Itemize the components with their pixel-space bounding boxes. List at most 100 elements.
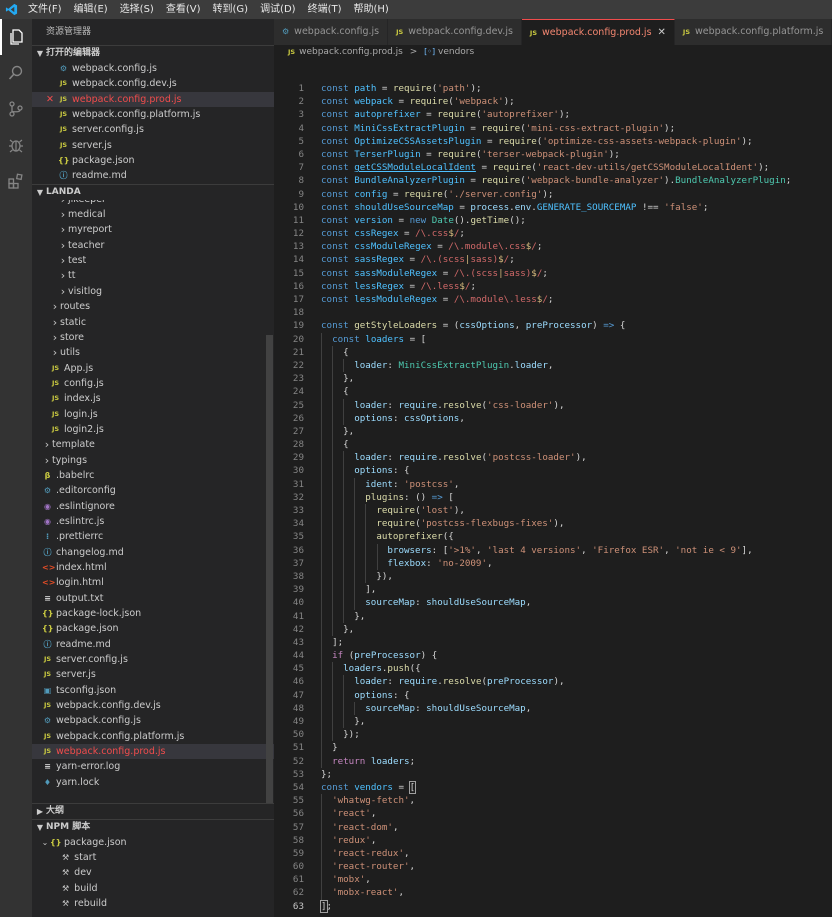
folder-item[interactable]: › typings [32, 453, 274, 468]
file-item[interactable]: ⓘ readme.md [32, 637, 274, 652]
line-number: 36 [292, 544, 304, 556]
file-item[interactable]: <> login.html [32, 575, 274, 590]
code-token: loader [354, 452, 388, 464]
menu-item[interactable]: 终端(T) [302, 0, 348, 19]
tab-active[interactable]: JS webpack.config.prod.js ✕ [521, 19, 675, 45]
npm-script-item[interactable]: ⚒ build [32, 881, 274, 896]
search-icon[interactable] [0, 55, 32, 91]
file-item[interactable]: β .babelrc [32, 468, 274, 483]
folder-item[interactable]: › utils [32, 345, 274, 360]
menu-item[interactable]: 选择(S) [114, 0, 160, 19]
file-item[interactable]: ♦ yarn.lock [32, 775, 274, 790]
json-file-icon: {} [42, 624, 54, 634]
npm-script-label: start [74, 852, 97, 864]
folder-item[interactable]: › visitlog [32, 284, 274, 299]
tab[interactable]: JS webpack.config.dev.js [388, 19, 522, 45]
menu-item[interactable]: 帮助(H) [348, 0, 395, 19]
folder-item[interactable]: › tt [32, 268, 274, 283]
code-token: require [437, 109, 476, 121]
file-item[interactable]: {} package-lock.json [32, 606, 274, 621]
folder-item[interactable]: › store [32, 330, 274, 345]
folder-item[interactable]: › static [32, 315, 274, 330]
code-token: resolve [442, 676, 482, 688]
file-item[interactable]: <> index.html [32, 560, 274, 575]
file-item[interactable]: JS webpack.config.dev.js [32, 698, 274, 713]
file-item[interactable]: ⓘ changelog.md [32, 545, 274, 560]
menu-item[interactable]: 编辑(E) [68, 0, 114, 19]
menu-item[interactable]: 查看(V) [160, 0, 207, 19]
code-line: 53}; [274, 768, 832, 781]
folder-item[interactable]: ›jikeeper [32, 200, 274, 207]
folder-item[interactable]: › template [32, 437, 274, 452]
open-editor-item[interactable]: ⓘ readme.md [32, 168, 274, 183]
open-editor-item[interactable]: JS webpack.config.dev.js [32, 76, 274, 91]
file-item[interactable]: JS App.js [32, 361, 274, 376]
close-icon[interactable]: ✕ [658, 20, 666, 45]
file-item[interactable]: ▣ tsconfig.json [32, 683, 274, 698]
explorer-icon[interactable] [0, 19, 32, 55]
file-item[interactable]: JS config.js [32, 376, 274, 391]
extensions-icon[interactable] [0, 163, 32, 199]
file-item[interactable]: ⚙ .editorconfig [32, 483, 274, 498]
outline-header[interactable]: ▶ 大纲 [32, 802, 274, 819]
folder-item[interactable]: › medical [32, 207, 274, 222]
open-editor-item[interactable]: ✕ JS webpack.config.prod.js [32, 91, 274, 108]
debug-icon[interactable] [0, 127, 32, 163]
folder-item[interactable]: › routes [32, 299, 274, 314]
open-editor-item[interactable]: JS webpack.config.platform.js [32, 107, 274, 122]
wrench-icon: ⚒ [62, 853, 70, 863]
tab[interactable]: JS webpack.config.platform.js [674, 19, 832, 45]
file-item[interactable]: {} package.json [32, 621, 274, 636]
code-line: 16 const lessRegex = /\.less$/; [274, 280, 832, 293]
menu-item[interactable]: 转到(G) [207, 0, 255, 19]
open-editor-item[interactable]: JS server.js [32, 138, 274, 153]
file-item[interactable]: ◉ .eslintignore [32, 499, 274, 514]
breadcrumb-file[interactable]: webpack.config.prod.js [299, 47, 403, 57]
file-item[interactable]: JS webpack.config.prod.js [32, 744, 274, 760]
open-editors-header[interactable]: ▼ 打开的编辑器 [32, 45, 274, 61]
project-header[interactable]: ▼ LANDA [32, 183, 274, 200]
folder-item[interactable]: › myreport [32, 222, 274, 237]
file-item[interactable]: JS webpack.config.platform.js [32, 729, 274, 744]
file-item[interactable]: ⁝ .prettierrc [32, 529, 274, 544]
code-text: 'whatwg-fetch', [321, 794, 415, 807]
file-item[interactable]: JS server.js [32, 667, 274, 682]
file-label: changelog.md [56, 546, 124, 558]
code-token: ; [536, 241, 543, 253]
menu-item[interactable]: 调试(D) [254, 0, 302, 19]
close-icon[interactable]: ✕ [46, 92, 58, 107]
npm-script-item[interactable]: ⚒ rebuild [32, 896, 274, 911]
open-editor-item[interactable]: JS server.config.js [32, 122, 274, 137]
line-number: 48 [292, 702, 304, 714]
file-item[interactable]: JS index.js [32, 391, 274, 406]
file-item[interactable]: ⚙ webpack.config.js [32, 713, 274, 728]
sidebar-scrollbar[interactable] [266, 335, 273, 803]
code-token: ) [592, 320, 604, 332]
file-item[interactable]: ≡ yarn-error.log [32, 759, 274, 774]
file-item[interactable]: ◉ .eslintrc.js [32, 514, 274, 529]
source-control-icon[interactable] [0, 91, 32, 127]
code-line: 22 loader: MiniCssExtractPlugin.loader, [274, 358, 832, 373]
npm-script-item[interactable]: ⚒ start [32, 850, 274, 865]
breadcrumb-symbol[interactable]: vendors [438, 47, 474, 57]
file-item[interactable]: JS login2.js [32, 422, 274, 437]
code-token: new [409, 214, 427, 226]
menu-item[interactable]: 文件(F) [22, 0, 68, 19]
code-line: 14 const sassRegex = /\.(scss|sass)$/; [274, 253, 832, 266]
npm-script-item[interactable]: ⚒ dev [32, 865, 274, 880]
npm-scripts-header[interactable]: ▼ NPM 脚本 [32, 818, 274, 835]
code-token: 'last 4 versions' [487, 544, 582, 556]
file-item[interactable]: JS server.config.js [32, 652, 274, 667]
tab[interactable]: ⚙ webpack.config.js [274, 19, 389, 45]
file-item[interactable]: JS login.js [32, 407, 274, 422]
folder-item[interactable]: › teacher [32, 238, 274, 253]
open-editor-item[interactable]: {} package.json [32, 153, 274, 168]
open-editor-item[interactable]: ⚙ webpack.config.js [32, 61, 274, 76]
folder-item[interactable]: › test [32, 253, 274, 268]
code-token: 'react-dom' [332, 821, 393, 833]
line-number: 50 [292, 729, 304, 741]
code-editor[interactable]: 1 const path = require('path'); 2 const web… [274, 59, 832, 917]
file-item[interactable]: ≡ output.txt [32, 591, 274, 606]
npm-package-item[interactable]: ⌄ {} package.json [32, 835, 274, 850]
